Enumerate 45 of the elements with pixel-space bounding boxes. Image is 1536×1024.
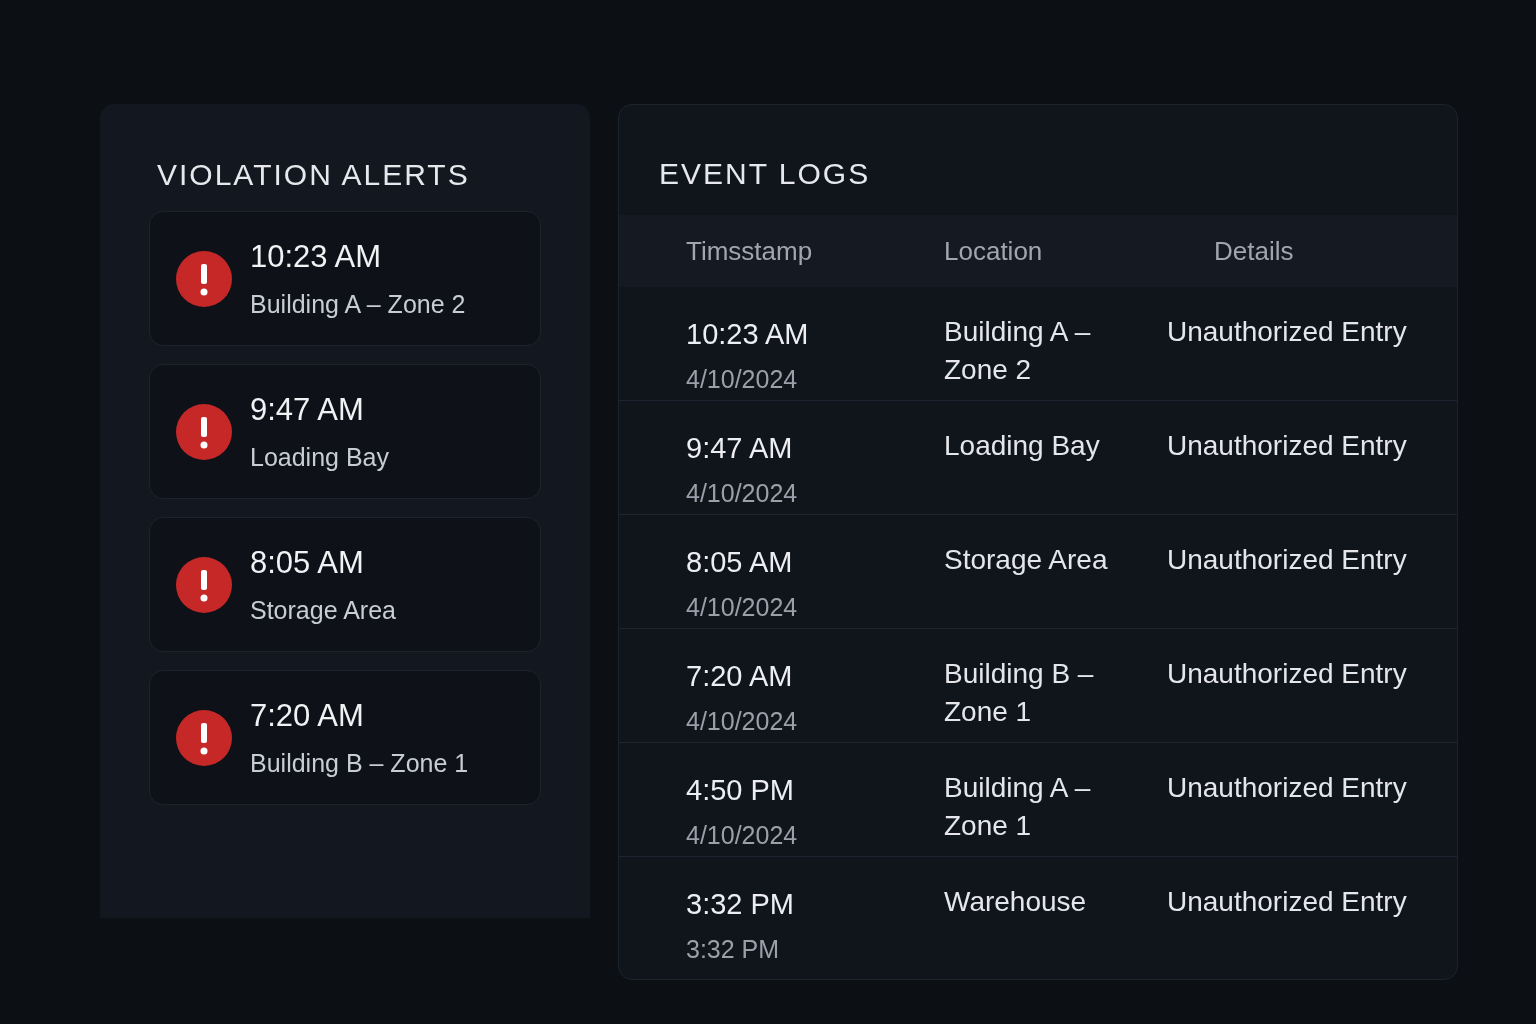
alert-card[interactable]: 9:47 AM Loading Bay xyxy=(149,364,541,499)
alert-location: Storage Area xyxy=(250,595,396,626)
alert-card[interactable]: 10:23 AM Building A – Zone 2 xyxy=(149,211,541,346)
time-cell-text: 9:47 AM xyxy=(686,431,794,466)
date-cell-text: 4/10/2024 xyxy=(686,477,799,509)
details-cell-text: Unauthorized Entry xyxy=(1167,315,1407,349)
panel-title: EVENT LOGS xyxy=(658,156,872,192)
alert-icon xyxy=(176,709,232,766)
alert-location: Building A – Zone 2 xyxy=(250,289,466,320)
location-cell-text: Building A – Zone 1 xyxy=(944,771,1092,843)
alert-icon xyxy=(176,250,232,307)
alert-card[interactable]: 7:20 AM Building B – Zone 1 xyxy=(149,670,541,805)
alert-time: 10:23 AM xyxy=(250,237,382,276)
details-cell-text: Unauthorized Entry xyxy=(1167,771,1407,805)
date-cell-text: 3:32 PM xyxy=(686,933,781,965)
time-cell-text: 3:32 PM xyxy=(686,887,795,922)
alert-icon xyxy=(176,403,232,460)
date-cell-text: 4/10/2024 xyxy=(686,705,799,737)
alert-time: 9:47 AM xyxy=(250,390,365,429)
location-cell-text: Loading Bay xyxy=(944,429,1101,463)
details-cell-text: Unauthorized Entry xyxy=(1167,657,1407,691)
column-header[interactable]: Timsstamp xyxy=(619,231,944,271)
panel-title: VIOLATION ALERTS xyxy=(156,157,471,193)
time-cell-text: 8:05 AM xyxy=(686,545,794,580)
alert-location: Building B – Zone 1 xyxy=(250,748,469,779)
location-cell-text: Building A – Zone 2 xyxy=(944,315,1092,387)
time-cell-text: 4:50 PM xyxy=(686,773,795,808)
alert-card[interactable]: 8:05 AM Storage Area xyxy=(149,517,541,652)
time-cell-text: 7:20 AM xyxy=(686,659,794,694)
alert-time: 8:05 AM xyxy=(250,543,365,582)
date-cell-text: 4/10/2024 xyxy=(686,819,799,851)
location-cell-text: Building B – Zone 1 xyxy=(944,657,1095,729)
alert-time: 7:20 AM xyxy=(250,696,365,735)
column-header[interactable]: Location xyxy=(944,231,1214,271)
details-cell-text: Unauthorized Entry xyxy=(1167,543,1407,577)
details-cell-text: Unauthorized Entry xyxy=(1167,885,1407,919)
column-header[interactable]: Details xyxy=(1214,231,1294,271)
date-cell-text: 4/10/2024 xyxy=(686,591,799,623)
date-cell-text: 4/10/2024 xyxy=(686,363,799,395)
location-cell-text: Warehouse xyxy=(944,885,1088,919)
time-cell-text: 10:23 AM xyxy=(686,317,810,352)
alert-icon xyxy=(176,556,232,613)
details-cell-text: Unauthorized Entry xyxy=(1167,429,1407,463)
alert-location: Loading Bay xyxy=(250,442,389,473)
location-cell-text: Storage Area xyxy=(944,543,1109,577)
